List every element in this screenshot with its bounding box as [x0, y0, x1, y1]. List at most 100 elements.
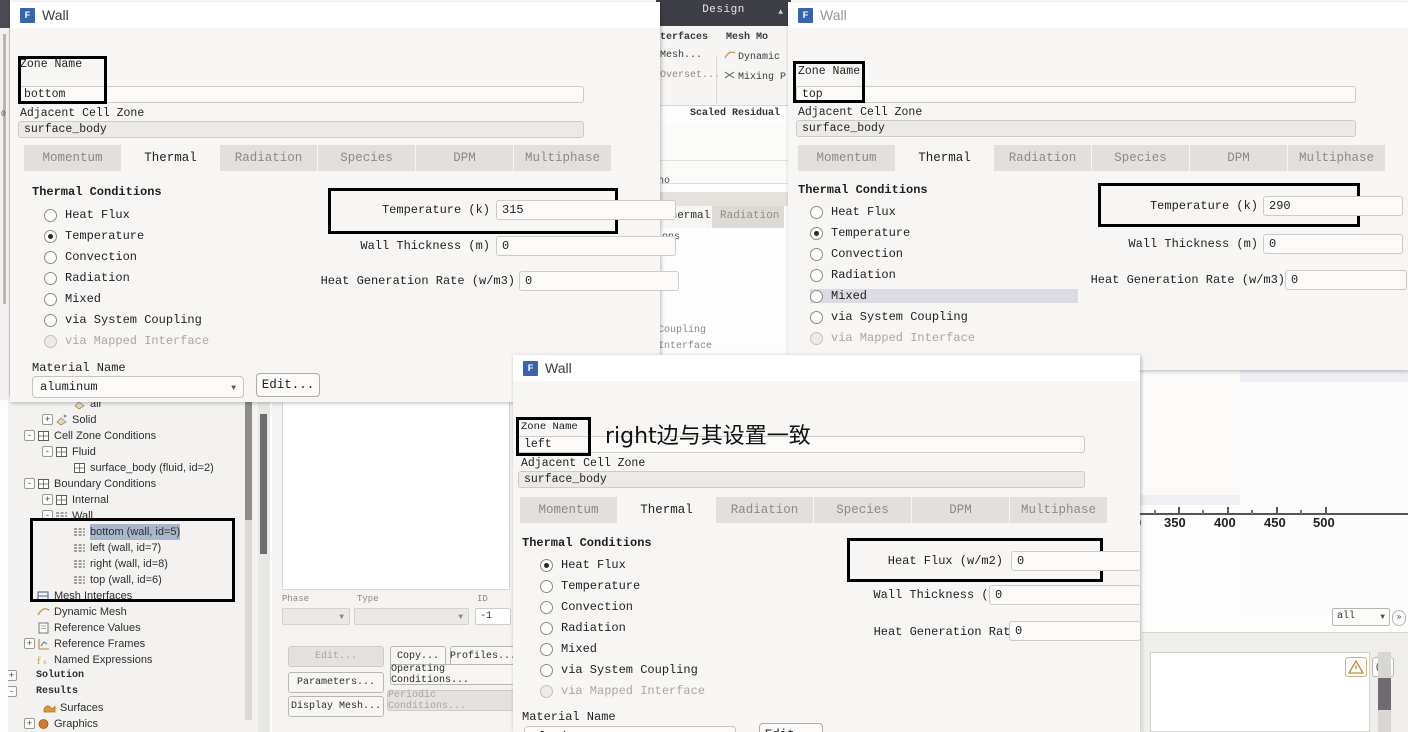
edit-zone-button[interactable]: Edit... — [288, 646, 384, 667]
tab-thermal[interactable]: Thermal — [618, 497, 716, 523]
material-name-combo[interactable]: aluminum ▼ — [524, 726, 736, 732]
tree-item-surfaces[interactable]: Surfaces — [8, 700, 258, 716]
tree-toggle-expand-icon[interactable]: + — [24, 638, 35, 649]
radio-via-system-coupling[interactable]: via System Coupling — [44, 313, 202, 327]
radio-mixed[interactable]: Mixed — [540, 642, 597, 656]
background-tab-row[interactable]: Thermal Radiation — [656, 206, 801, 228]
tree-item-graphics[interactable]: + Graphics — [8, 716, 258, 732]
tab-multiphase[interactable]: Multiphase — [1288, 145, 1386, 171]
tree-item-cell-zone-conditions[interactable]: - Cell Zone Conditions — [8, 428, 258, 444]
radio-via-system-coupling[interactable]: via System Coupling — [810, 310, 968, 324]
type-combo[interactable]: ▼ — [354, 608, 469, 625]
radio-convection[interactable]: Convection — [810, 247, 903, 261]
tree-toggle-collapse-icon[interactable]: - — [8, 686, 17, 697]
id-value[interactable]: -1 — [475, 608, 511, 625]
parameters-button[interactable]: Parameters... — [288, 672, 384, 693]
background-tab-radiation[interactable]: Radiation — [712, 206, 784, 228]
dialog-title-bar[interactable]: F Wall — [513, 355, 1140, 381]
zone-list-box[interactable] — [282, 400, 510, 590]
tree-toggle-collapse-icon[interactable]: - — [24, 430, 35, 441]
tree-vertical-scroll-thumb[interactable] — [260, 414, 267, 554]
heat-flux-input[interactable]: 0 — [1011, 551, 1141, 571]
radio-heat-flux[interactable]: Heat Flux — [540, 558, 626, 572]
radio-heat-flux[interactable]: Heat Flux — [810, 205, 896, 219]
expand-more-button[interactable]: » — [1392, 610, 1406, 626]
left-strip-scrollbar[interactable] — [3, 34, 6, 304]
radio-convection[interactable]: Convection — [540, 600, 633, 614]
tab-species[interactable]: Species — [814, 497, 912, 523]
radio-temperature[interactable]: Temperature — [44, 229, 144, 243]
dialog-tabs[interactable]: Momentum Thermal Radiation Species DPM M… — [798, 145, 1386, 171]
tab-momentum[interactable]: Momentum — [798, 145, 896, 171]
tab-dpm[interactable]: DPM — [912, 497, 1010, 523]
dialog-title-bar[interactable]: F Wall — [10, 2, 660, 28]
radio-mixed[interactable]: Mixed — [44, 292, 101, 306]
dialog-tabs[interactable]: Momentum Thermal Radiation Species DPM M… — [520, 497, 1108, 523]
tab-radiation[interactable]: Radiation — [716, 497, 814, 523]
tree-toggle-expand-icon[interactable]: + — [8, 670, 17, 681]
radio-radiation[interactable]: Radiation — [810, 268, 896, 282]
tab-momentum[interactable]: Momentum — [520, 497, 618, 523]
radio-heat-flux[interactable]: Heat Flux — [44, 208, 130, 222]
tree-item-reference-frames[interactable]: + Reference Frames — [8, 636, 258, 652]
tree-vertical-scroll-area[interactable] — [258, 396, 270, 732]
radio-temperature[interactable]: Temperature — [810, 226, 910, 240]
tab-multiphase[interactable]: Multiphase — [514, 145, 612, 171]
tree-item-solid[interactable]: + Solid — [8, 412, 258, 428]
material-edit-button[interactable]: Edit... — [759, 723, 823, 732]
ribbon-item-dynamic[interactable]: Dynamic — [724, 50, 780, 63]
tree-item-results[interactable]: - Results — [8, 684, 258, 700]
tree-toggle-expand-icon[interactable]: + — [42, 414, 53, 425]
tab-thermal[interactable]: Thermal — [122, 145, 220, 171]
tab-thermal[interactable]: Thermal — [896, 145, 994, 171]
periodic-conditions-button[interactable]: Periodic Conditions... — [387, 690, 517, 712]
material-name-combo[interactable]: aluminum ▼ — [32, 376, 244, 398]
radio-mixed[interactable]: Mixed — [810, 289, 1078, 303]
warning-icon[interactable] — [1345, 657, 1367, 677]
tab-multiphase[interactable]: Multiphase — [1010, 497, 1108, 523]
tree-toggle-collapse-icon[interactable]: - — [24, 478, 35, 489]
filter-all-combo[interactable]: all ▼ — [1332, 608, 1390, 626]
heat-generation-rate-input[interactable]: 0 — [1285, 270, 1407, 290]
dialog-title-bar[interactable]: F Wall — [788, 2, 1408, 28]
tab-dpm[interactable]: DPM — [416, 145, 514, 171]
dialog-tabs[interactable]: Momentum Thermal Radiation Species DPM M… — [24, 145, 612, 171]
wall-thickness-input[interactable]: 0 — [989, 585, 1141, 605]
tree-item-dynamic-mesh[interactable]: Dynamic Mesh — [8, 604, 258, 620]
console-scrollbar-thumb[interactable] — [1378, 678, 1391, 710]
zone-name-input[interactable]: top — [796, 86, 1356, 103]
ribbon-item-mesh[interactable]: Mesh... — [660, 50, 702, 61]
tab-momentum[interactable]: Momentum — [24, 145, 122, 171]
material-edit-button[interactable]: Edit... — [256, 373, 320, 397]
radio-radiation[interactable]: Radiation — [540, 621, 626, 635]
ribbon-item-mixing-plane[interactable]: Mixing P — [724, 70, 786, 83]
wall-dialog-top[interactable]: F Wall Zone Name top Adjacent Cell Zone … — [788, 2, 1408, 395]
radio-radiation[interactable]: Radiation — [44, 271, 130, 285]
radio-temperature[interactable]: Temperature — [540, 579, 640, 593]
wall-thickness-input[interactable]: 0 — [496, 236, 676, 256]
ribbon-design-group[interactable]: Design ▲ — [656, 0, 791, 26]
tree-item-surface-body-fluid-id-2[interactable]: surface_body (fluid, id=2) — [8, 460, 258, 476]
tree-toggle-expand-icon[interactable]: + — [24, 718, 35, 729]
display-mesh-button[interactable]: Display Mesh... — [288, 696, 384, 717]
tree-item-boundary-conditions[interactable]: - Boundary Conditions — [8, 476, 258, 492]
temperature-input[interactable]: 315 — [496, 200, 676, 220]
ribbon-item-overset[interactable]: Overset... — [660, 70, 720, 81]
console-text-area[interactable] — [1150, 652, 1370, 732]
operating-conditions-button[interactable]: Operating Conditions... — [390, 664, 516, 686]
chevron-up-icon[interactable]: ▲ — [778, 8, 783, 17]
temperature-input[interactable]: 290 — [1263, 196, 1403, 216]
wall-dialog-left[interactable]: F Wall Zone Name left right边与其设置一致 Adjac… — [513, 355, 1141, 732]
tree-item-named-expressions[interactable]: f x Named Expressions — [8, 652, 258, 668]
tree-toggle-expand-icon[interactable]: + — [42, 494, 53, 505]
radio-convection[interactable]: Convection — [44, 250, 137, 264]
tab-dpm[interactable]: DPM — [1190, 145, 1288, 171]
tree-item-solution[interactable]: + Solution — [8, 668, 258, 684]
tree-item-reference-values[interactable]: Reference Values — [8, 620, 258, 636]
tab-radiation[interactable]: Radiation — [994, 145, 1092, 171]
console-scrollbar[interactable] — [1378, 652, 1391, 732]
heat-generation-rate-input[interactable]: 0 — [1009, 621, 1141, 641]
heat-generation-rate-input[interactable]: 0 — [519, 271, 679, 291]
tree-item-internal[interactable]: + Internal — [8, 492, 258, 508]
tree-toggle-collapse-icon[interactable]: - — [42, 446, 53, 457]
